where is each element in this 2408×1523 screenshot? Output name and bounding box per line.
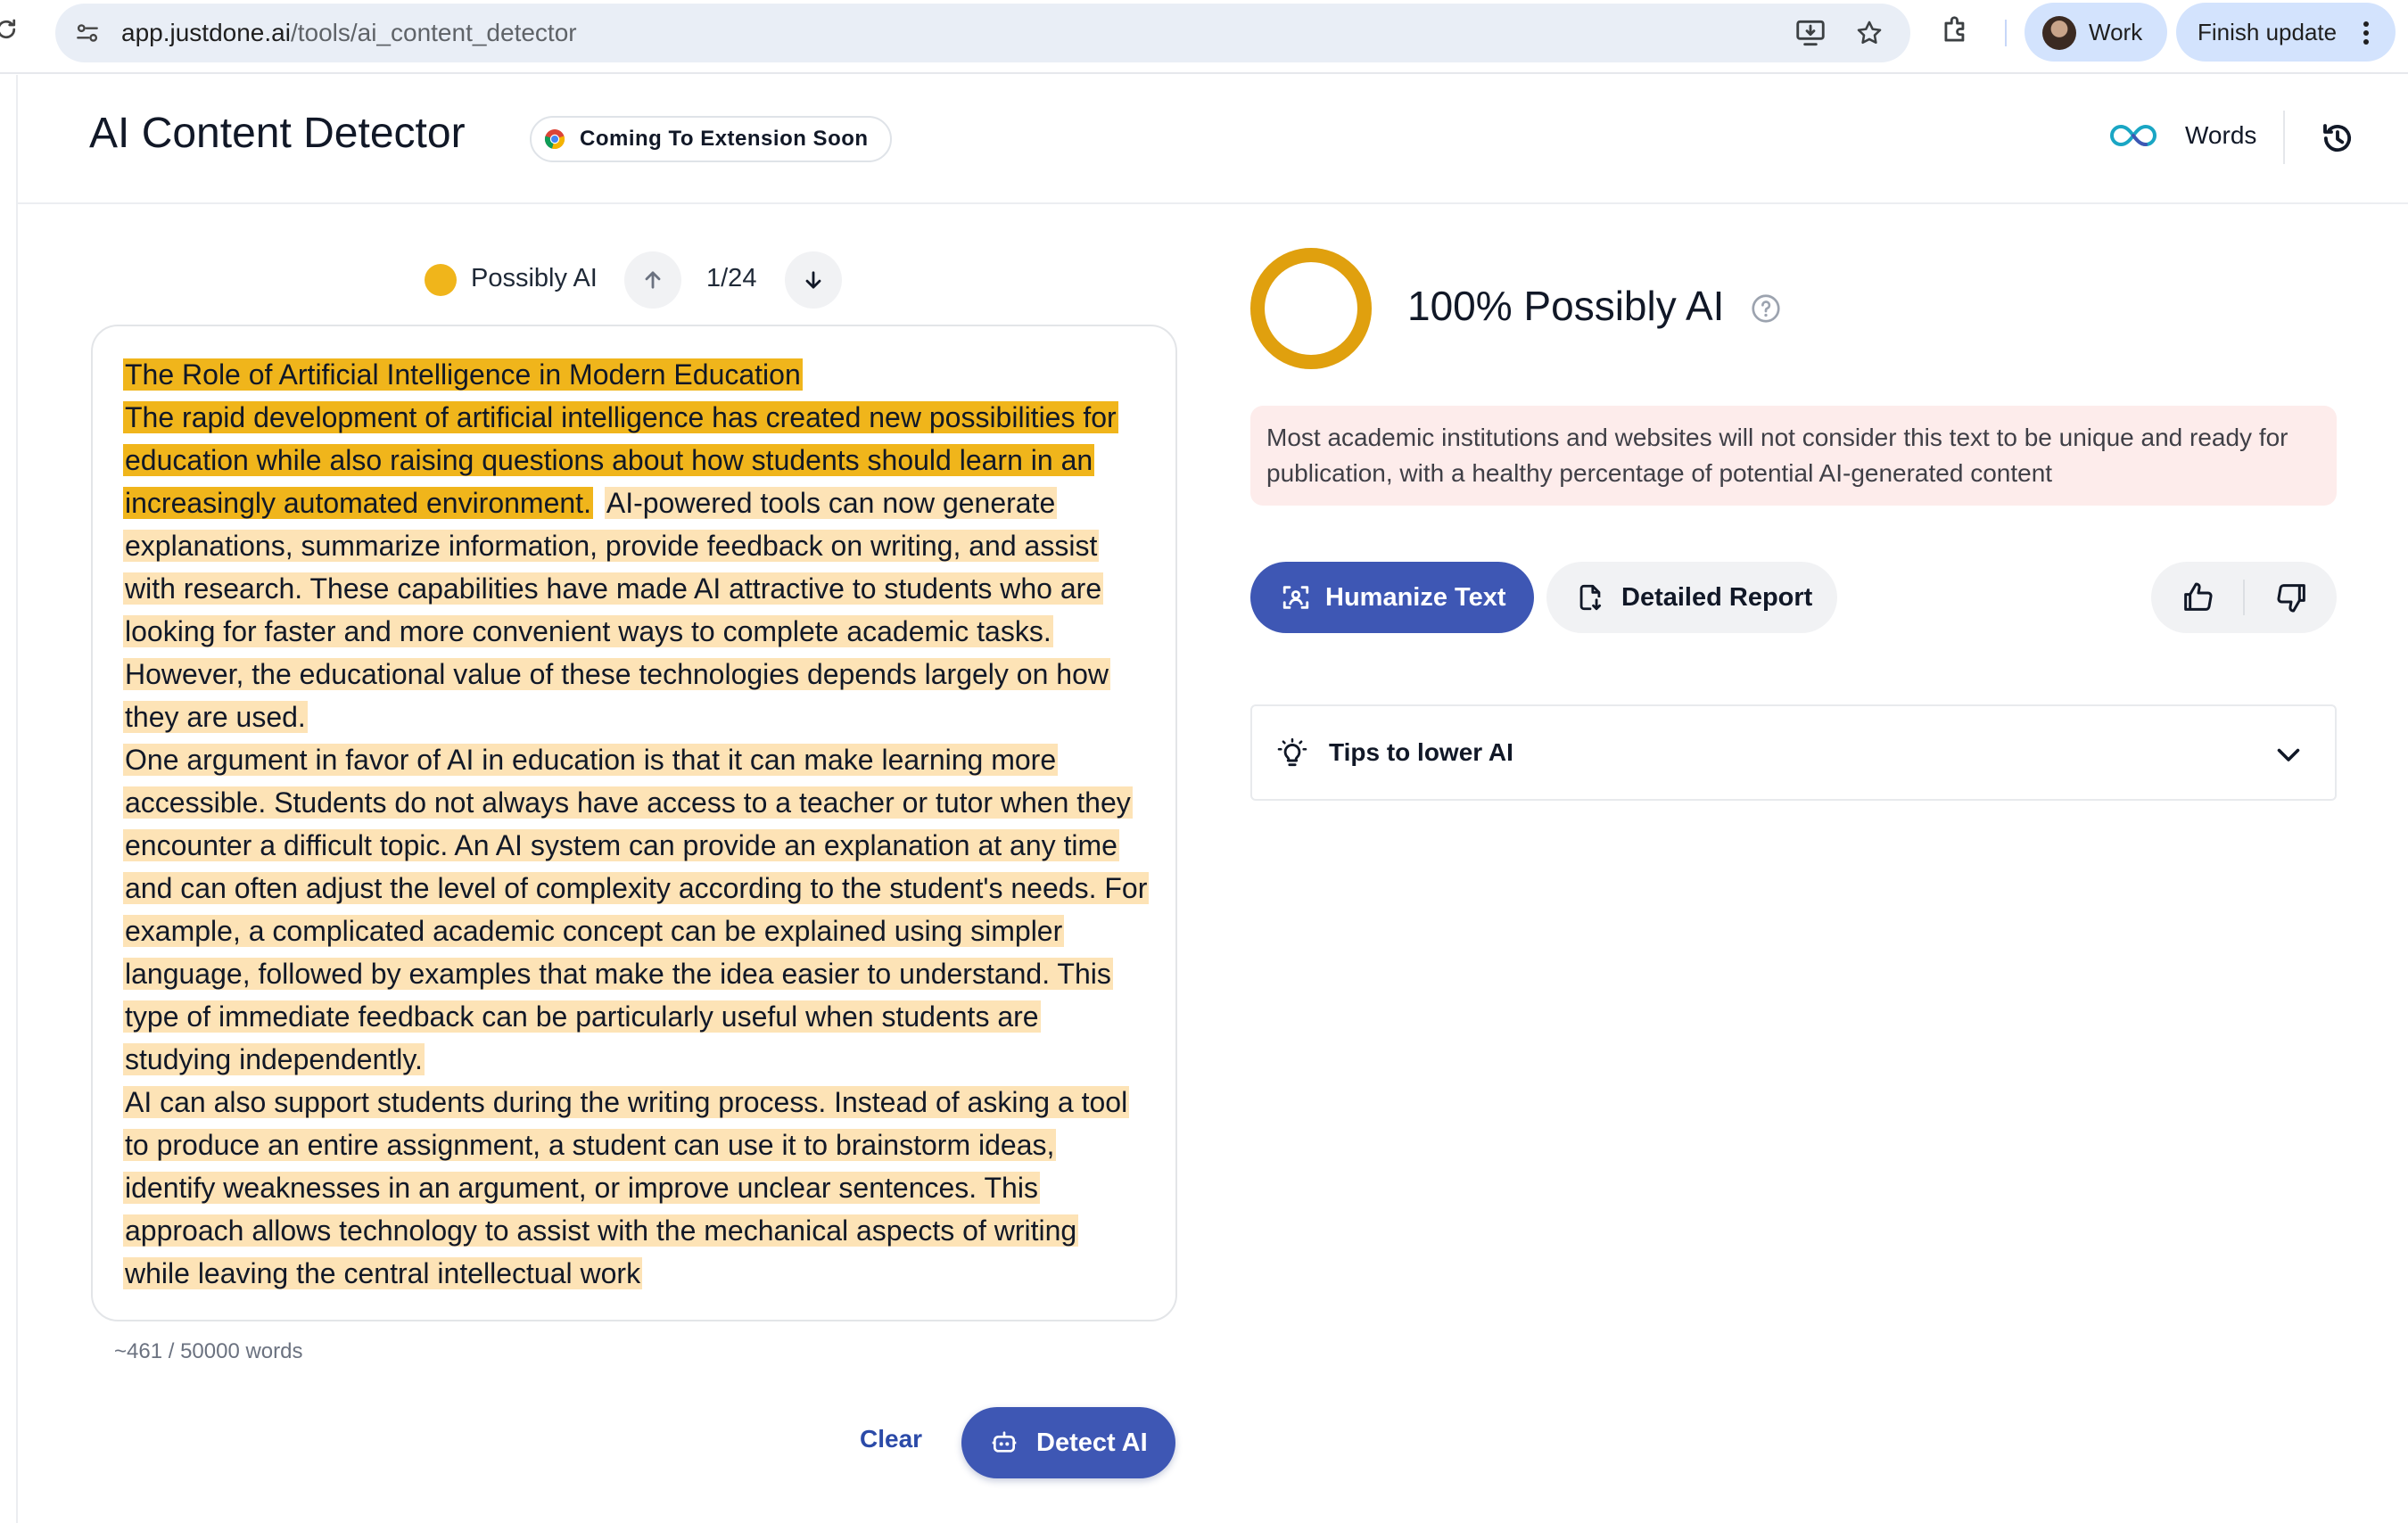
text-segment-strong[interactable]: The Role of Artificial Intelligence in M…	[123, 358, 803, 391]
chrome-logo-icon	[544, 128, 565, 150]
url-path: /tools/ai_content_detector	[290, 19, 577, 46]
app-header: AI Content Detector Coming To Extension …	[18, 75, 2408, 204]
finish-update-label: Finish update	[2198, 19, 2338, 45]
chevron-down-icon	[2272, 738, 2305, 770]
segment-status-label: Possibly AI	[471, 264, 598, 292]
tips-accordion[interactable]: Tips to lower AI	[1250, 704, 2337, 801]
site-info-icon[interactable]	[73, 19, 102, 47]
analyzed-text[interactable]: The Role of Artificial Intelligence in M…	[123, 353, 1150, 1295]
text-segment-light[interactable]: AI can also support students during the …	[123, 1086, 1130, 1289]
reload-icon[interactable]	[0, 16, 20, 43]
humanize-icon	[1281, 582, 1311, 613]
profile-name: Work	[2089, 19, 2143, 45]
feedback-divider	[2243, 580, 2245, 615]
text-segment-light[interactable]: One argument in favor of AI in education…	[123, 744, 1150, 1075]
install-app-icon[interactable]	[1793, 15, 1828, 51]
page-title: AI Content Detector	[89, 110, 466, 157]
extensions-icon[interactable]	[1939, 13, 1973, 47]
next-segment-button[interactable]	[785, 251, 842, 309]
browser-toolbar: app.justdone.ai/tools/ai_content_detecto…	[0, 0, 2408, 74]
ai-score-text: 100% Possibly AI	[1407, 283, 1725, 329]
url-host: app.justdone.ai	[121, 19, 291, 46]
detect-ai-button[interactable]: Detect AI	[961, 1407, 1175, 1478]
header-divider	[2283, 111, 2285, 164]
profile-button[interactable]: Work	[2025, 3, 2167, 62]
toolbar-divider	[2005, 20, 2007, 46]
url-text[interactable]: app.justdone.ai/tools/ai_content_detecto…	[121, 4, 577, 62]
detailed-report-button[interactable]: Detailed Report	[1546, 562, 1837, 633]
left-rail	[0, 75, 18, 1523]
feedback-buttons	[2151, 562, 2337, 633]
possibly-ai-dot	[425, 264, 457, 296]
robot-icon	[990, 1428, 1018, 1457]
address-bar[interactable]: app.justdone.ai/tools/ai_content_detecto…	[55, 4, 1910, 62]
history-icon[interactable]	[2319, 119, 2356, 157]
detect-ai-label: Detect AI	[1036, 1428, 1148, 1457]
result-notice: Most academic institutions and websites …	[1250, 406, 2337, 506]
extension-badge-label: Coming To Extension Soon	[580, 127, 869, 151]
finish-update-button[interactable]: Finish update	[2176, 3, 2396, 62]
segment-counter: 1/24	[706, 264, 757, 292]
infinity-icon	[2110, 119, 2156, 152]
arrow-up-icon	[645, 271, 661, 289]
humanize-text-button[interactable]: Humanize Text	[1250, 562, 1534, 633]
avatar	[2042, 16, 2076, 50]
words-label: Words	[2185, 121, 2257, 149]
arrow-down-icon	[805, 271, 821, 289]
report-download-icon	[1575, 581, 1605, 613]
text-editor[interactable]: The Role of Artificial Intelligence in M…	[91, 325, 1177, 1321]
help-icon[interactable]	[1750, 292, 1782, 325]
thumbs-down-icon[interactable]	[2274, 580, 2310, 615]
lightbulb-icon	[1275, 737, 1309, 770]
extension-badge: Coming To Extension Soon	[530, 116, 892, 162]
text-segment-light[interactable]: AI-powered tools can now generate explan…	[123, 487, 1110, 733]
word-count: ~461 / 50000 words	[114, 1339, 303, 1363]
humanize-text-label: Humanize Text	[1325, 583, 1506, 612]
thumbs-up-icon[interactable]	[2180, 580, 2215, 615]
detailed-report-label: Detailed Report	[1621, 583, 1813, 612]
bookmark-star-icon[interactable]	[1851, 15, 1887, 51]
tips-label: Tips to lower AI	[1329, 738, 1513, 766]
text-segment-none	[593, 487, 605, 519]
clear-button[interactable]: Clear	[860, 1425, 922, 1453]
ai-score-ring	[1249, 246, 1373, 371]
previous-segment-button[interactable]	[624, 251, 681, 309]
more-vert-icon	[2362, 21, 2371, 45]
